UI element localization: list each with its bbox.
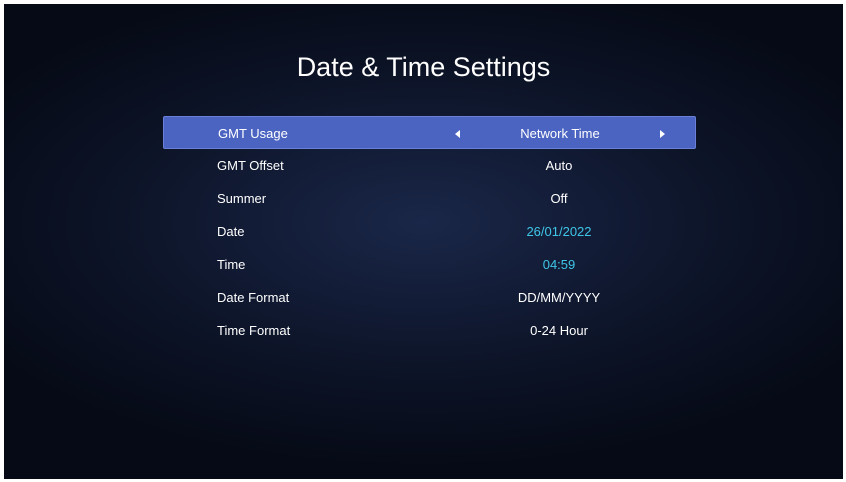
setting-label: Time Format — [217, 323, 291, 338]
setting-row-date-format[interactable]: Date Format DD/MM/YYYY — [163, 281, 696, 314]
page-title: Date & Time Settings — [296, 52, 551, 82]
setting-value: 0-24 Hour — [530, 323, 588, 338]
setting-row-time-format[interactable]: Time Format 0-24 Hour — [163, 314, 696, 347]
settings-menu: GMT Usage Network Time GMT Offset Auto S… — [163, 116, 696, 347]
setting-value: DD/MM/YYYY — [517, 290, 601, 305]
tv-screen: Date & Time Settings GMT Usage Network T… — [4, 4, 843, 479]
setting-row-summer[interactable]: Summer Off — [163, 182, 696, 215]
setting-value: 26/01/2022 — [526, 224, 592, 239]
setting-value: Off — [550, 191, 568, 206]
arrow-right-icon[interactable] — [660, 130, 665, 138]
arrow-left-icon[interactable] — [455, 130, 460, 138]
setting-row-time[interactable]: Time 04:59 — [163, 248, 696, 281]
setting-label: Date Format — [217, 290, 290, 305]
setting-value: 04:59 — [542, 257, 576, 272]
setting-row-date[interactable]: Date 26/01/2022 — [163, 215, 696, 248]
setting-label: GMT Offset — [217, 158, 284, 173]
setting-row-gmt-offset[interactable]: GMT Offset Auto — [163, 149, 696, 182]
setting-value: Auto — [545, 158, 573, 173]
setting-value: Network Time — [520, 126, 600, 141]
setting-label: GMT Usage — [218, 126, 288, 141]
setting-label: Time — [217, 257, 246, 272]
setting-label: Summer — [217, 191, 267, 206]
setting-label: Date — [217, 224, 245, 239]
setting-row-gmt-usage[interactable]: GMT Usage Network Time — [163, 116, 696, 149]
